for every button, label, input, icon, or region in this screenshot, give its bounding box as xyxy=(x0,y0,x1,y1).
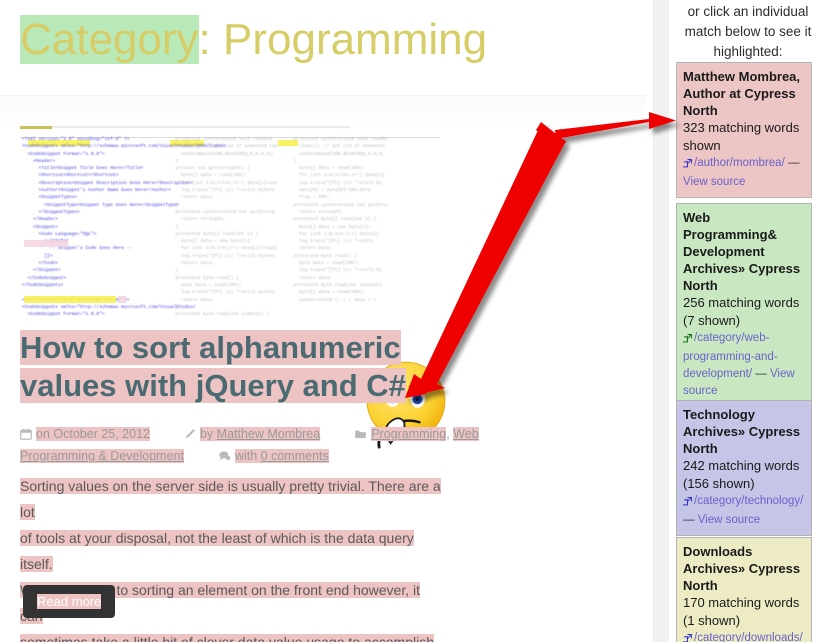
comment-icon xyxy=(218,448,231,468)
external-link-icon xyxy=(681,157,692,174)
page-title: Category: Programming xyxy=(20,14,487,66)
main-content-column: Category: Programming <?xml version="1.0… xyxy=(0,0,646,642)
sidebar-intro-line-3: highlighted: xyxy=(713,44,783,59)
sidebar-intro-line-1: or click an individual xyxy=(687,4,809,19)
match-card-web-programming-development[interactable]: Web Programming& Development Archives» C… xyxy=(676,203,812,407)
read-more-label: Read more xyxy=(37,594,102,609)
code-screenshot-image[interactable]: <?xml version="1.0" encoding="utf-8" ?> … xyxy=(20,136,440,318)
post-title[interactable]: How to sort alphanumeric values with jQu… xyxy=(20,329,440,405)
post-comments-link[interactable]: 0 comments xyxy=(260,449,329,463)
page-header: Category: Programming xyxy=(0,0,646,96)
match-card-count: 242 matching words (156 shown) xyxy=(683,458,800,491)
match-card-title: Technology Archives» Cypress North xyxy=(683,407,801,456)
post-category-link-1[interactable]: Programming xyxy=(371,427,447,441)
page-root: Category: Programming <?xml version="1.0… xyxy=(0,0,827,642)
match-card-title: Downloads Archives» Cypress North xyxy=(683,544,801,593)
excerpt-line-1: Sorting values on the server side is usu… xyxy=(20,478,441,520)
match-card-title: Web Programming& Development Archives» C… xyxy=(683,210,801,293)
match-card-dash: — xyxy=(683,514,698,526)
match-card-view-source[interactable]: View source xyxy=(683,176,745,188)
match-card-url: /author/mombrea/ xyxy=(694,157,785,169)
section-divider xyxy=(20,126,350,128)
pencil-icon xyxy=(184,426,196,446)
excerpt-line-2: of tools at your disposal, not the least… xyxy=(20,530,414,572)
column-gutter xyxy=(646,0,653,642)
match-card-link[interactable]: /category/web-programming-and-developmen… xyxy=(681,330,805,400)
match-card-link[interactable]: /category/downloads/ — View source xyxy=(681,630,805,642)
external-link-icon xyxy=(681,495,692,512)
vertical-scrollbar[interactable] xyxy=(653,0,670,642)
read-more-button[interactable]: Read more xyxy=(23,585,116,618)
match-card-count: 256 matching words (7 shown) xyxy=(683,295,800,328)
match-card-dash: — xyxy=(752,368,770,380)
sidebar-intro-line-2: match below to see it xyxy=(684,24,812,39)
excerpt-line-4: sometimes take a little bit of clever da… xyxy=(20,634,434,642)
match-card-view-source[interactable]: View source xyxy=(698,514,760,526)
header-rule xyxy=(0,95,646,130)
match-card-downloads[interactable]: Downloads Archives» Cypress North 170 ma… xyxy=(676,537,812,642)
match-card-dash: — xyxy=(784,157,800,169)
match-card-title: Matthew Mombrea, Author at Cypress North xyxy=(683,69,801,118)
match-card-link[interactable]: /category/technology/ — View source xyxy=(681,493,805,529)
match-sidebar: or click an individual match below to se… xyxy=(669,0,827,642)
folder-icon xyxy=(354,426,367,446)
post-title-line-1: How to sort alphanumeric xyxy=(20,330,401,365)
match-card-author-mombrea[interactable]: Matthew Mombrea, Author at Cypress North… xyxy=(676,62,812,198)
page-title-rest: : Programming xyxy=(198,15,488,64)
match-card-count: 170 matching words (1 shown) xyxy=(683,595,800,628)
page-title-highlight: Category xyxy=(20,15,199,64)
sidebar-intro: or click an individual match below to se… xyxy=(673,2,823,62)
section-divider-accent xyxy=(20,126,52,129)
external-link-icon xyxy=(681,632,692,642)
match-card-url: /category/technology/ xyxy=(694,495,804,507)
post-date: on October 25, 2012 xyxy=(36,427,150,441)
match-card-technology[interactable]: Technology Archives» Cypress North 242 m… xyxy=(676,400,812,536)
post-meta: on October 25, 2012 by Matthew Mombrea P… xyxy=(20,424,490,468)
post-comments-prefix: with xyxy=(234,449,261,463)
post-title-line-2: values with jQuery and C# xyxy=(20,368,406,403)
match-card-url: /category/downloads/ xyxy=(694,632,803,642)
post-author-link[interactable]: Matthew Mombrea xyxy=(216,427,321,441)
match-card-count: 323 matching words shown xyxy=(683,120,800,153)
calendar-icon xyxy=(20,426,32,446)
external-link-icon xyxy=(681,332,692,349)
post-author-prefix: by xyxy=(199,427,217,441)
match-card-link[interactable]: /author/mombrea/ — View source xyxy=(681,155,805,191)
